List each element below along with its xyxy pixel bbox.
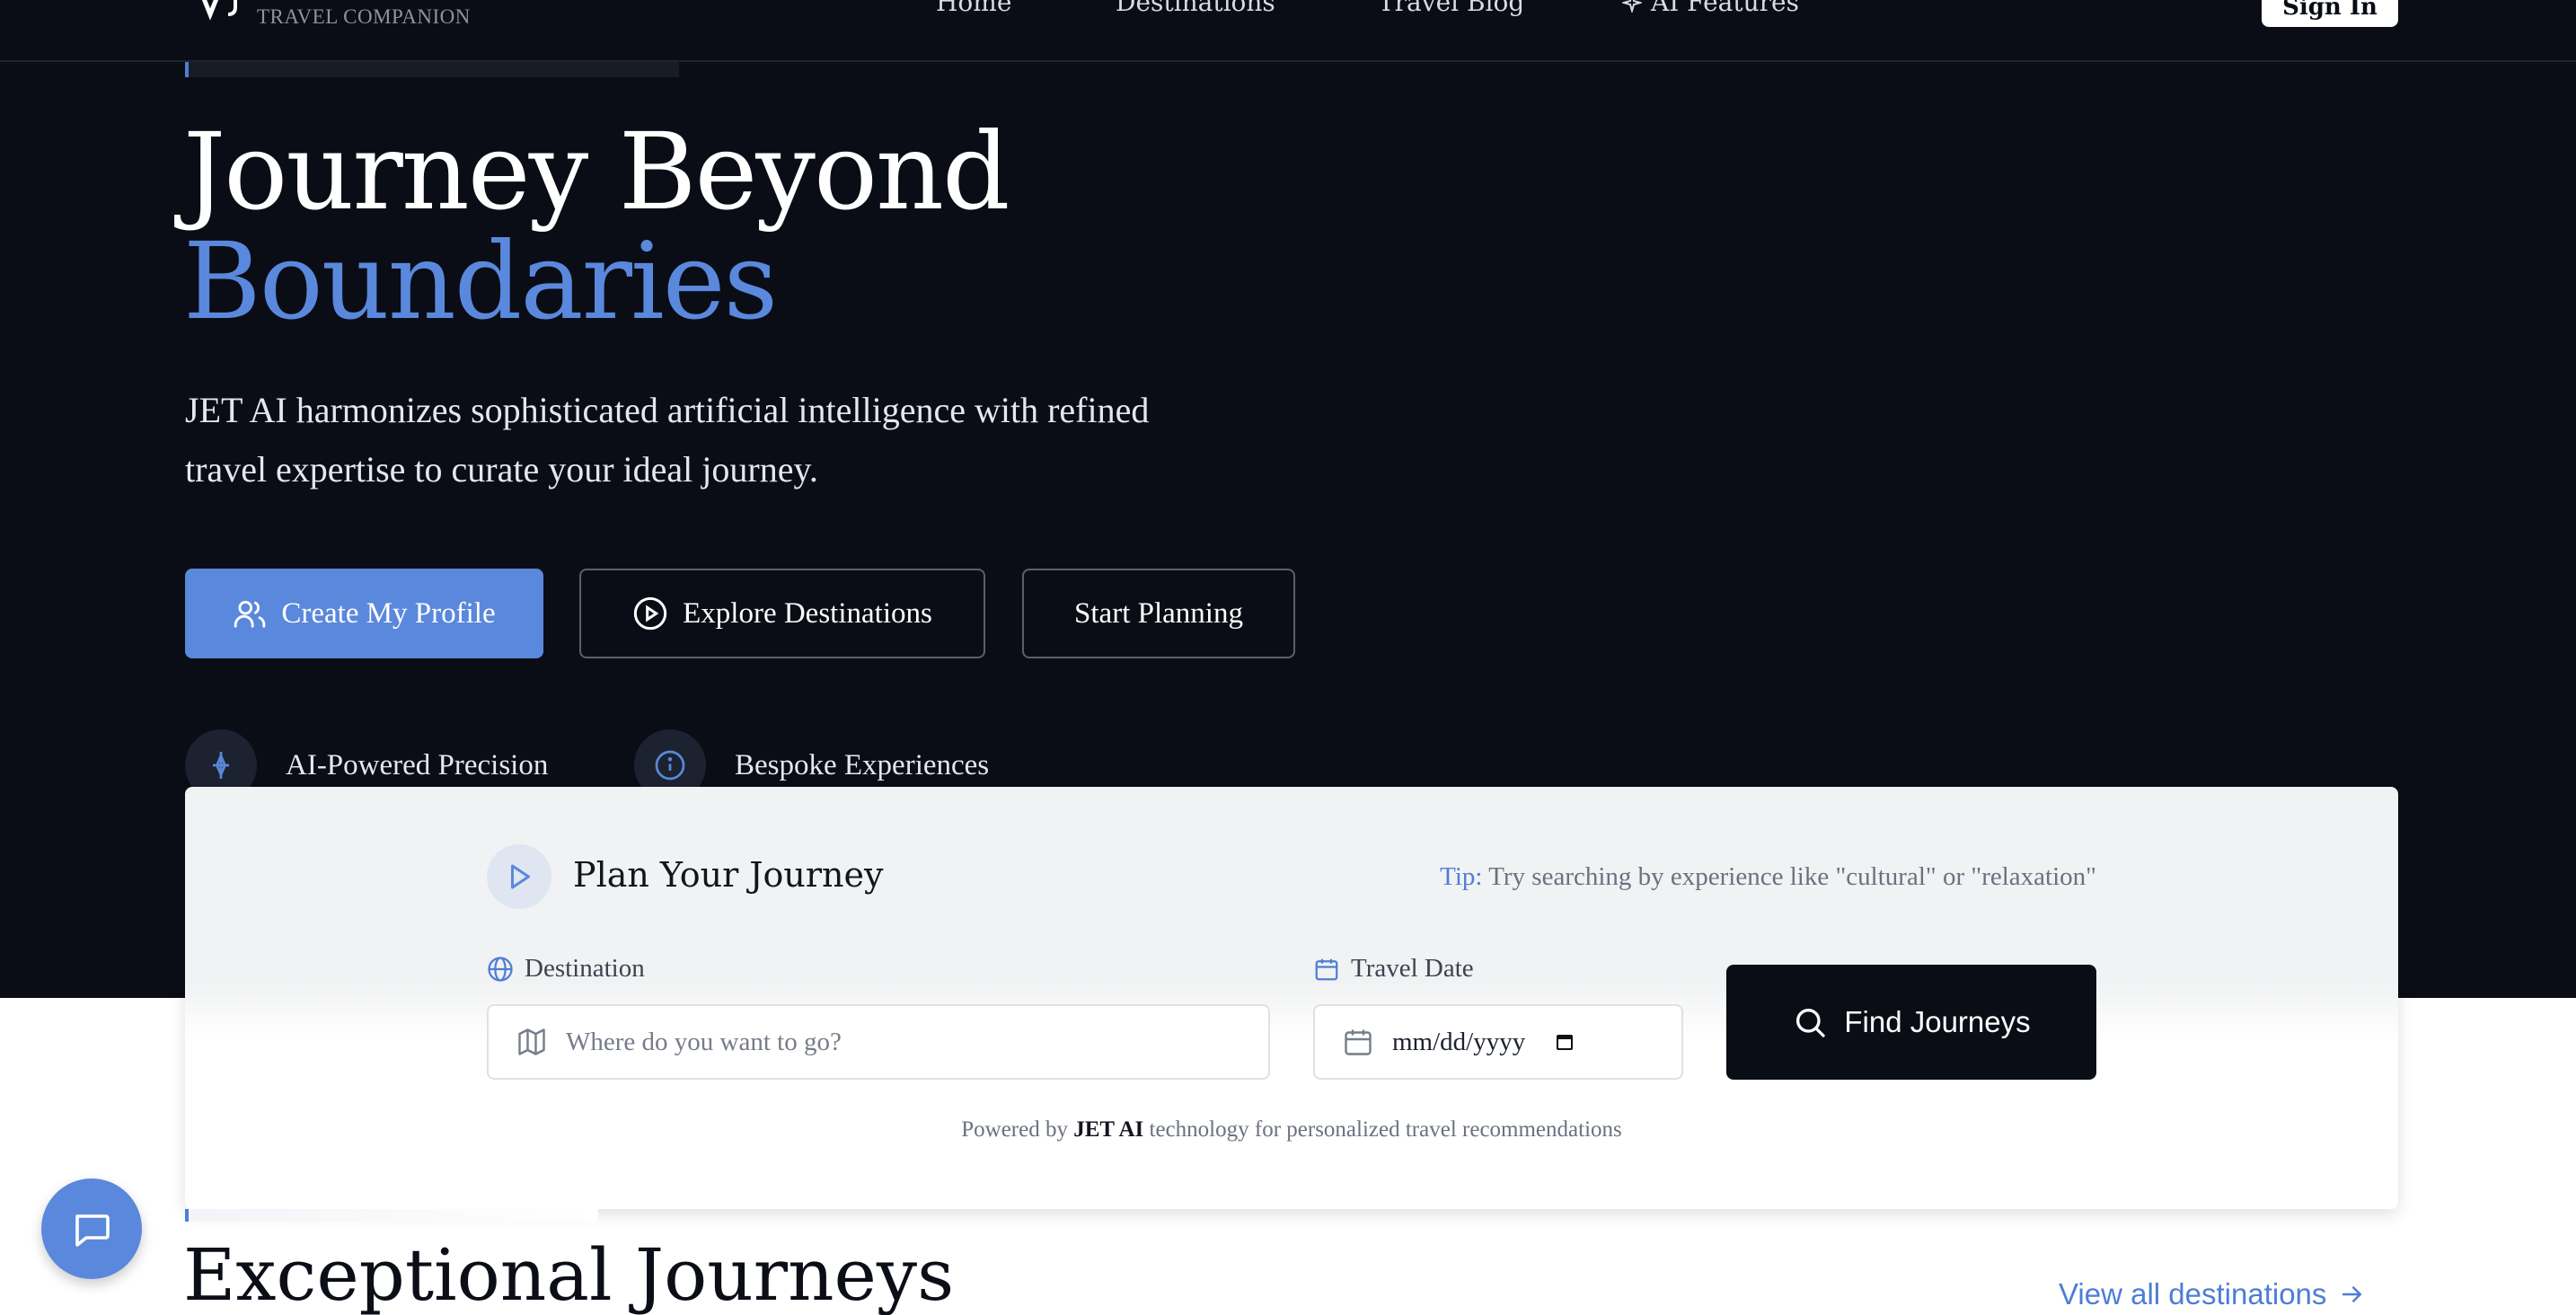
sparkle-icon bbox=[1622, 0, 1642, 13]
hero-subtitle: JET AI harmonizes sophisticated artifici… bbox=[185, 390, 1150, 490]
plan-journey-card: Plan Your Journey Tip: Try searching by … bbox=[185, 787, 2398, 1209]
nav-link-ai-features-label: AI Features bbox=[1651, 0, 1799, 17]
users-icon bbox=[234, 600, 266, 628]
tip-label: Tip: bbox=[1440, 862, 1483, 891]
calendar-icon bbox=[1345, 1029, 1372, 1055]
view-all-label: View all destinations bbox=[2059, 1277, 2327, 1311]
hero-title-line2: Boundaries bbox=[183, 219, 778, 343]
map-icon bbox=[518, 1028, 545, 1055]
play-icon bbox=[511, 864, 530, 889]
calendar-icon bbox=[1315, 958, 1338, 980]
top-nav: TRAVEL COMPANION Home Destinations Trave… bbox=[0, 0, 2576, 62]
explore-destinations-button[interactable]: Explore Destinations bbox=[579, 569, 985, 658]
date-picker-icon[interactable] bbox=[1554, 1031, 1575, 1053]
destination-input[interactable]: Where do you want to go? bbox=[487, 1004, 1270, 1080]
tip-text: Try searching by experience like "cultur… bbox=[1488, 862, 2096, 891]
arrow-right-icon bbox=[2342, 1286, 2362, 1302]
play-circle-icon bbox=[633, 596, 667, 631]
search-icon bbox=[1796, 1009, 1826, 1037]
create-profile-button[interactable]: Create My Profile bbox=[185, 569, 543, 658]
create-profile-label: Create My Profile bbox=[281, 596, 496, 630]
find-journeys-label: Find Journeys bbox=[1844, 1005, 2031, 1038]
explore-destinations-label: Explore Destinations bbox=[683, 596, 932, 630]
nav-link-home[interactable]: Home bbox=[936, 0, 1011, 17]
destination-placeholder: Where do you want to go? bbox=[566, 1027, 842, 1056]
powered-prefix: Powered by bbox=[961, 1117, 1068, 1142]
powered-by-note: Powered by JET AI technology for persona… bbox=[185, 1117, 2398, 1143]
destination-label: Destination bbox=[487, 954, 645, 984]
search-tip: Tip: Try searching by experience like "c… bbox=[1440, 862, 2096, 892]
logo-subtitle: TRAVEL COMPANION bbox=[257, 5, 471, 28]
start-planning-button[interactable]: Start Planning bbox=[1022, 569, 1295, 658]
feature-ai-precision-label: AI-Powered Precision bbox=[286, 748, 549, 781]
travel-date-input[interactable]: mm/dd/yyyy bbox=[1313, 1004, 1683, 1080]
hero-accent-bar bbox=[185, 62, 679, 77]
destination-label-text: Destination bbox=[525, 954, 645, 983]
globe-icon bbox=[488, 956, 513, 982]
chat-icon bbox=[75, 1214, 110, 1247]
travel-date-label-text: Travel Date bbox=[1351, 954, 1474, 983]
powered-suffix: technology for personalized travel recom… bbox=[1149, 1117, 1622, 1142]
powered-brand: JET AI bbox=[1073, 1117, 1144, 1142]
section-title: Exceptional Journeys bbox=[183, 1233, 955, 1315]
plan-title: Plan Your Journey bbox=[573, 855, 884, 895]
chat-button[interactable] bbox=[41, 1178, 142, 1279]
plan-icon-wrap bbox=[487, 844, 551, 909]
date-placeholder: mm/dd/yyyy bbox=[1392, 1027, 1526, 1056]
section-accent-bar bbox=[185, 1209, 598, 1222]
nav-link-destinations[interactable]: Destinations bbox=[1116, 0, 1275, 17]
nav-link-travel-blog[interactable]: Travel Blog bbox=[1378, 0, 1524, 17]
find-journeys-button[interactable]: Find Journeys bbox=[1726, 965, 2096, 1080]
view-all-destinations-link[interactable]: View all destinations bbox=[2059, 1277, 2366, 1311]
travel-date-label: Travel Date bbox=[1313, 954, 1474, 984]
sign-in-button[interactable]: Sign In bbox=[2262, 0, 2398, 27]
feature-bespoke-label: Bespoke Experiences bbox=[735, 748, 990, 781]
logo-mark-icon[interactable] bbox=[196, 0, 246, 23]
info-icon bbox=[655, 750, 685, 781]
compass-icon bbox=[213, 752, 229, 779]
hero-title-line1: Journey Beyond bbox=[183, 110, 1010, 234]
nav-link-ai-features[interactable]: AI Features bbox=[1622, 0, 1799, 17]
